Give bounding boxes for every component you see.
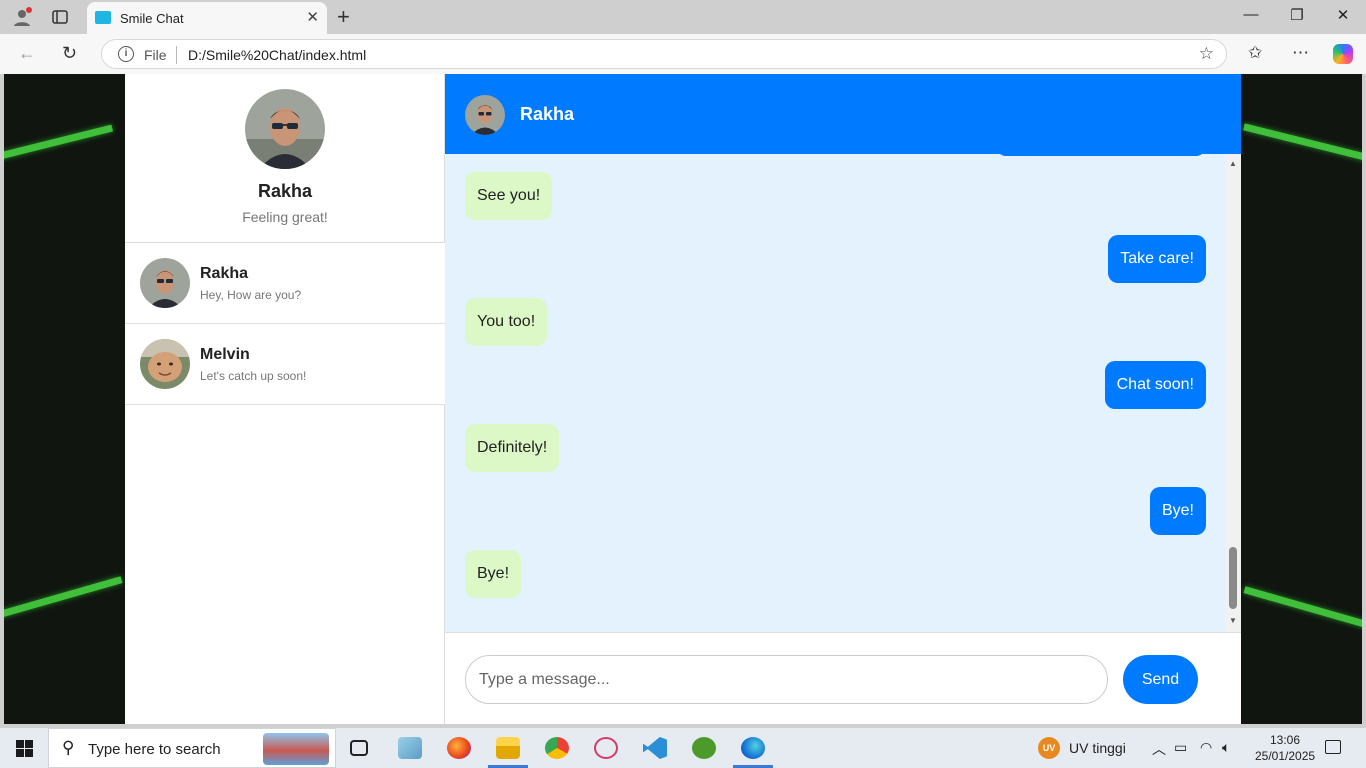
tab-actions-icon[interactable] bbox=[48, 6, 72, 28]
message-list[interactable]: See you! Take care! You too! Chat soon! … bbox=[445, 154, 1241, 633]
contact-name: Melvin bbox=[200, 346, 250, 363]
contact-name: Rakha bbox=[200, 265, 249, 282]
close-tab-icon[interactable]: ✕ bbox=[306, 8, 319, 26]
message-outgoing: Take care! bbox=[1108, 235, 1206, 283]
edge-icon[interactable] bbox=[741, 737, 765, 759]
snipping-tool-icon[interactable] bbox=[594, 737, 618, 759]
profile-name: Rakha bbox=[257, 181, 313, 201]
copilot-icon[interactable] bbox=[1333, 44, 1353, 64]
contact-last-message: Let's catch up soon! bbox=[200, 369, 307, 383]
system-clock[interactable]: 13:06 25/01/2025 bbox=[1255, 732, 1315, 764]
message-bubble-partial bbox=[996, 154, 1206, 156]
windows-start-icon[interactable] bbox=[16, 740, 33, 757]
task-view-icon[interactable] bbox=[350, 740, 368, 756]
contact-last-message: Hey, How are you? bbox=[200, 288, 302, 302]
chat-header-avatar bbox=[465, 95, 505, 135]
message-incoming: Definitely! bbox=[465, 424, 560, 472]
taskbar-search-placeholder: Type here to search bbox=[88, 741, 221, 758]
clock-time: 13:06 bbox=[1269, 733, 1301, 747]
volume-icon[interactable]: 🔈︎ bbox=[1222, 739, 1230, 756]
clock-date: 25/01/2025 bbox=[1255, 749, 1316, 763]
favicon-icon bbox=[95, 11, 111, 24]
tab-smile-chat[interactable]: Smile Chat ✕ bbox=[87, 2, 327, 34]
tab-title: Smile Chat bbox=[120, 11, 184, 26]
chat-panel: Rakha See you! Take care! You too! Chat … bbox=[445, 74, 1241, 724]
notification-center-icon[interactable] bbox=[1325, 740, 1341, 754]
back-icon[interactable]: ← bbox=[18, 43, 36, 64]
message-incoming: You too! bbox=[465, 298, 548, 346]
restore-icon[interactable]: ❐ bbox=[1287, 6, 1307, 24]
profile-icon[interactable] bbox=[10, 6, 34, 28]
reload-icon[interactable]: ↻ bbox=[62, 43, 77, 64]
info-icon[interactable]: i bbox=[118, 46, 134, 62]
file-explorer-icon[interactable] bbox=[496, 737, 520, 759]
minimize-icon[interactable]: — bbox=[1241, 6, 1261, 23]
close-window-icon[interactable]: ✕ bbox=[1333, 6, 1353, 24]
weather-text[interactable]: UV tinggi bbox=[1069, 740, 1126, 756]
message-outgoing: Chat soon! bbox=[1104, 361, 1206, 409]
search-highlight-image bbox=[263, 733, 329, 765]
url-text[interactable]: D:/Smile%20Chat/index.html bbox=[188, 47, 366, 63]
send-button[interactable]: Send bbox=[1123, 655, 1198, 704]
profile-section: Rakha Feeling great! bbox=[125, 74, 444, 243]
scrollbar-thumb[interactable] bbox=[1229, 547, 1237, 609]
message-outgoing: Bye! bbox=[1149, 487, 1206, 535]
contact-item-rakha[interactable]: Rakha Hey, How are you? bbox=[125, 243, 445, 324]
profile-status: Feeling great! bbox=[242, 209, 328, 225]
url-scheme-label: File bbox=[144, 47, 167, 63]
contact-item-melvin[interactable]: Melvin Let's catch up soon! bbox=[125, 324, 445, 405]
firefox-icon[interactable] bbox=[447, 737, 471, 759]
message-scrollbar[interactable]: ▲ ▼ bbox=[1225, 154, 1241, 632]
avatar bbox=[140, 339, 190, 389]
chat-header-name: Rakha bbox=[520, 104, 575, 124]
new-tab-icon[interactable]: + bbox=[337, 4, 350, 30]
more-menu-icon[interactable]: ⋯ bbox=[1292, 43, 1309, 63]
search-icon: ⚲ bbox=[62, 738, 75, 757]
chat-header: Rakha bbox=[445, 74, 1241, 154]
battery-icon[interactable]: ▭ bbox=[1174, 739, 1187, 756]
background-stroke bbox=[1243, 123, 1362, 162]
message-incoming: Bye! bbox=[465, 550, 522, 598]
message-input[interactable] bbox=[465, 655, 1108, 704]
sidebar: Rakha Feeling great! Rakha Hey, How are … bbox=[125, 74, 445, 724]
scroll-down-arrow-icon[interactable]: ▼ bbox=[1229, 616, 1237, 625]
message-incoming: See you! bbox=[465, 172, 553, 220]
avatar bbox=[140, 258, 190, 308]
taskbar-search[interactable]: ⚲ Type here to search bbox=[48, 728, 336, 768]
background-stroke bbox=[4, 124, 114, 161]
app-icon-green[interactable] bbox=[692, 737, 716, 759]
favorite-star-icon[interactable]: ☆ bbox=[1199, 44, 1214, 64]
vscode-icon[interactable] bbox=[643, 737, 667, 759]
message-composer: Send bbox=[445, 633, 1241, 724]
favorites-icon[interactable]: ✩ bbox=[1248, 43, 1262, 63]
background-stroke bbox=[1243, 586, 1362, 629]
notes-app-icon[interactable] bbox=[398, 737, 422, 759]
background-stroke bbox=[4, 576, 123, 619]
browser-tab-bar: Smile Chat ✕ + — ❐ ✕ bbox=[0, 0, 1366, 34]
address-bar[interactable]: i File D:/Smile%20Chat/index.html ☆ bbox=[101, 39, 1227, 69]
url-divider bbox=[176, 46, 177, 64]
page-viewport: Rakha Feeling great! Rakha Hey, How are … bbox=[4, 74, 1362, 724]
taskbar: ⚲ Type here to search UV UV tinggi ︿ ▭ ◠… bbox=[0, 728, 1366, 768]
profile-avatar[interactable] bbox=[245, 89, 325, 169]
chrome-icon[interactable] bbox=[545, 737, 569, 759]
network-icon[interactable]: ◠ bbox=[1200, 739, 1212, 756]
scroll-up-arrow-icon[interactable]: ▲ bbox=[1229, 159, 1237, 168]
weather-uv-icon[interactable]: UV bbox=[1038, 737, 1060, 759]
address-bar-row: ← ↻ i File D:/Smile%20Chat/index.html ☆ … bbox=[0, 34, 1366, 74]
show-hidden-icons-chevron-icon[interactable]: ︿ bbox=[1152, 739, 1166, 759]
